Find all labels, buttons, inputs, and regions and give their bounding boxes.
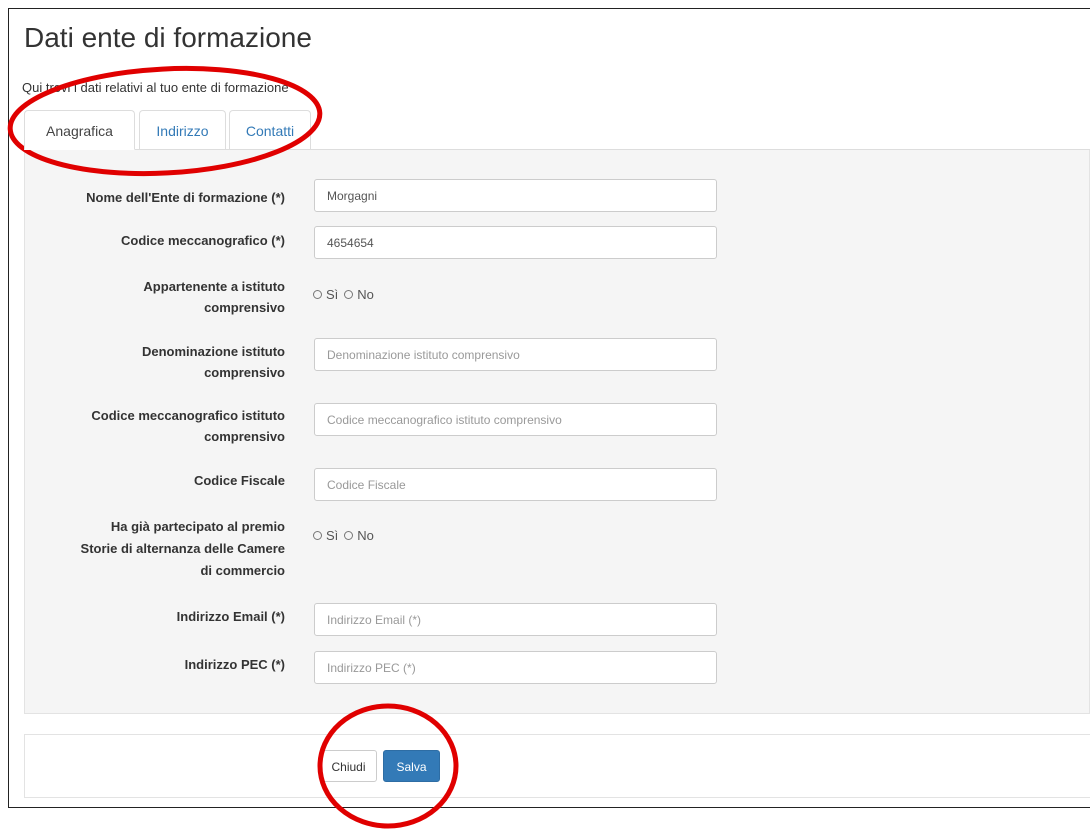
nome-ente-label: Nome dell'Ente di formazione (*) (86, 190, 285, 205)
appartenente-label-1: Appartenente a istituto (143, 279, 285, 294)
premio-label-3: di commercio (200, 563, 285, 578)
codice-mecc-ist-input[interactable] (314, 403, 717, 436)
save-button[interactable]: Salva (383, 750, 440, 782)
denominazione-label-2: comprensivo (204, 365, 285, 380)
pec-label: Indirizzo PEC (*) (184, 657, 285, 672)
premio-radio-group: Sì No (313, 528, 376, 543)
codice-mecc-ist-label-1: Codice meccanografico istituto (91, 408, 285, 423)
denominazione-label-1: Denominazione istituto (142, 344, 285, 359)
close-button[interactable]: Chiudi (320, 750, 377, 782)
pec-input[interactable] (314, 651, 717, 684)
premio-radio-yes[interactable] (313, 531, 322, 540)
page-title: Dati ente di formazione (24, 22, 312, 53)
premio-yes-label: Sì (326, 528, 339, 543)
email-input[interactable] (314, 603, 717, 636)
tab-indirizzo[interactable]: Indirizzo (139, 110, 226, 150)
appartenente-radio-yes[interactable] (313, 290, 322, 299)
email-label: Indirizzo Email (*) (176, 609, 285, 624)
footer-bar (24, 734, 1090, 798)
premio-label-2: Storie di alternanza delle Camere (80, 541, 285, 556)
appartenente-yes-label: Sì (326, 287, 339, 302)
nome-ente-input[interactable] (314, 179, 717, 212)
appartenente-no-label: No (357, 287, 374, 302)
denominazione-input[interactable] (314, 338, 717, 371)
appartenente-radio-group: Sì No (313, 287, 376, 302)
tab-anagrafica[interactable]: Anagrafica (24, 110, 135, 150)
tab-contatti[interactable]: Contatti (229, 110, 311, 150)
codice-fiscale-input[interactable] (314, 468, 717, 501)
premio-radio-no[interactable] (344, 531, 354, 540)
appartenente-label-2: comprensivo (204, 300, 285, 315)
codice-mecc-ist-label-2: comprensivo (204, 429, 285, 444)
codice-fiscale-label: Codice Fiscale (193, 473, 285, 488)
premio-no-label: No (357, 528, 374, 543)
codice-mecc-input[interactable] (314, 226, 717, 259)
codice-mecc-label: Codice meccanografico (*) (121, 233, 285, 248)
premio-label-1: Ha già partecipato al premio (110, 519, 285, 534)
page-subtitle: Qui trovi i dati relativi al tuo ente di… (22, 80, 289, 95)
appartenente-radio-no[interactable] (344, 290, 354, 299)
